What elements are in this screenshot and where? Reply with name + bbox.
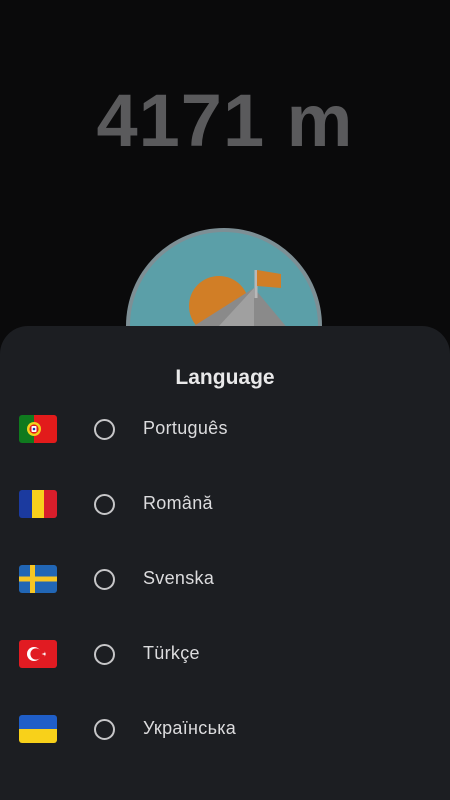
portugal-flag-icon — [19, 415, 57, 443]
language-option-ukrainska[interactable]: Українська — [0, 692, 450, 767]
radio-button[interactable] — [94, 494, 115, 515]
language-label: Türkçe — [143, 643, 200, 663]
language-label: Українська — [143, 718, 237, 738]
radio-button[interactable] — [94, 419, 115, 440]
sweden-flag-icon — [19, 565, 57, 593]
language-option-portugues[interactable]: Português — [0, 392, 450, 467]
language-bottom-sheet: Language Português Română Svenska Türkçe… — [0, 326, 450, 800]
language-option-turkce[interactable]: Türkçe — [0, 617, 450, 692]
turkey-flag-icon — [19, 640, 57, 668]
language-label: Română — [143, 493, 213, 513]
romania-flag-icon — [19, 490, 57, 518]
language-option-svenska[interactable]: Svenska — [0, 542, 450, 617]
radio-button[interactable] — [94, 644, 115, 665]
app-screen: 4171 m Language Português Română Svenska… — [0, 0, 450, 800]
language-label: Svenska — [143, 568, 215, 588]
sheet-title: Language — [175, 366, 275, 389]
language-option-romana[interactable]: Română — [0, 467, 450, 542]
language-label: Português — [143, 418, 228, 438]
ukraine-flag-icon — [19, 715, 57, 743]
altitude-readout: 4171 m — [96, 79, 354, 162]
radio-button[interactable] — [94, 719, 115, 740]
radio-button[interactable] — [94, 569, 115, 590]
language-list: Português Română Svenska Türkçe Українсь… — [0, 392, 450, 767]
